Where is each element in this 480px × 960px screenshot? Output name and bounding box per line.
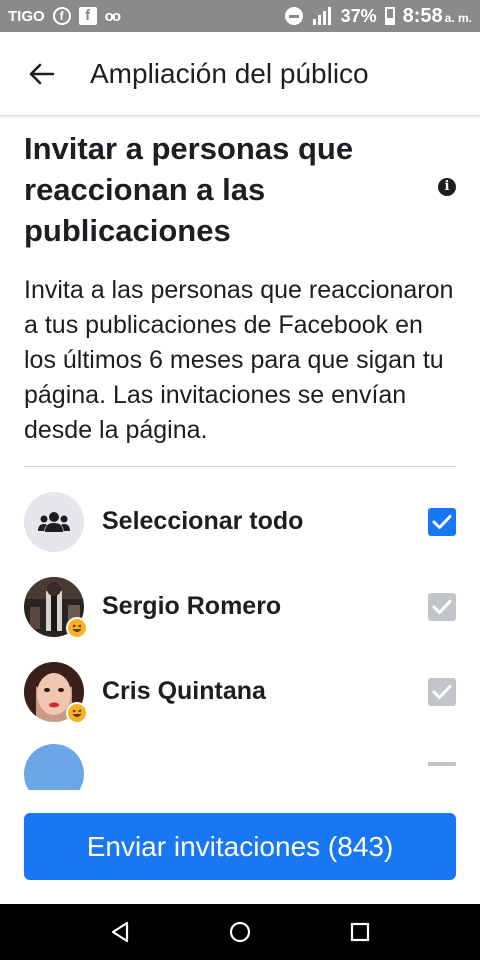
person-checkbox[interactable]	[428, 762, 456, 766]
main-content[interactable]: Invitar a personas que reaccionan a las …	[0, 118, 480, 790]
check-icon	[432, 599, 452, 614]
list-item-partial[interactable]	[0, 734, 480, 790]
status-bar-right: 37% 8:58 a. m.	[284, 5, 472, 28]
arrow-left-icon	[29, 63, 55, 84]
home-circle-icon	[229, 921, 251, 943]
app-bar: Ampliación del público	[0, 32, 480, 116]
list-item-person[interactable]: Sergio Romero	[0, 564, 480, 649]
send-invitations-button[interactable]: Enviar invitaciones (843)	[24, 813, 456, 880]
status-bar: TIGO f f oo 37% 8:58 a. m.	[0, 0, 480, 32]
person-name: Cris Quintana	[102, 677, 266, 705]
time-value: 8:58	[402, 4, 443, 27]
select-all-label: Seleccionar todo	[102, 507, 304, 535]
haha-reaction-icon	[66, 616, 88, 639]
section-title: Invitar a personas que reaccionan a las …	[24, 131, 354, 248]
time-suffix: a. m.	[444, 10, 472, 25]
check-icon	[432, 684, 452, 699]
facebook-square-icon: f	[78, 7, 97, 25]
voicemail-icon: oo	[104, 7, 121, 25]
person-checkbox[interactable]	[428, 592, 456, 621]
nav-home-button[interactable]	[216, 908, 264, 956]
battery-percent: 37%	[340, 5, 377, 26]
page-title: Ampliación del público	[90, 57, 369, 89]
select-all-checkbox[interactable]	[428, 507, 456, 536]
bottom-action-bar: Enviar invitaciones (843)	[0, 790, 480, 904]
back-button[interactable]	[14, 46, 70, 102]
battery-icon	[384, 7, 395, 25]
person-checkbox[interactable]	[428, 677, 456, 706]
section-header: Invitar a personas que reaccionan a las …	[0, 118, 480, 251]
haha-reaction-icon	[66, 701, 88, 724]
group-icon	[38, 511, 70, 532]
nav-back-button[interactable]	[96, 908, 144, 956]
invite-list: Seleccionar todo Sergio Romero Cris Quin…	[0, 479, 480, 790]
info-icon[interactable]: i	[438, 178, 456, 196]
list-item-person[interactable]: Cris Quintana	[0, 649, 480, 734]
back-triangle-icon	[111, 921, 129, 943]
facebook-circle-icon: f	[52, 7, 71, 25]
divider	[24, 466, 456, 467]
clock: 8:58 a. m.	[403, 5, 472, 28]
signal-icon	[311, 7, 333, 25]
section-description: Invita a las personas que reaccionaron a…	[24, 276, 454, 444]
battery-fill	[386, 17, 393, 23]
person-name: Sergio Romero	[102, 592, 282, 620]
avatar	[24, 661, 88, 724]
status-bar-left: TIGO f f oo	[8, 7, 121, 25]
system-nav-bar	[0, 904, 480, 960]
check-icon	[432, 514, 452, 529]
recents-square-icon	[350, 922, 370, 942]
carrier-label: TIGO	[8, 7, 45, 25]
select-all-row[interactable]: Seleccionar todo	[0, 479, 480, 564]
avatar	[24, 576, 88, 639]
group-avatar	[24, 491, 84, 552]
do-not-disturb-icon	[284, 7, 303, 25]
avatar	[24, 744, 84, 790]
nav-recents-button[interactable]	[336, 908, 384, 956]
